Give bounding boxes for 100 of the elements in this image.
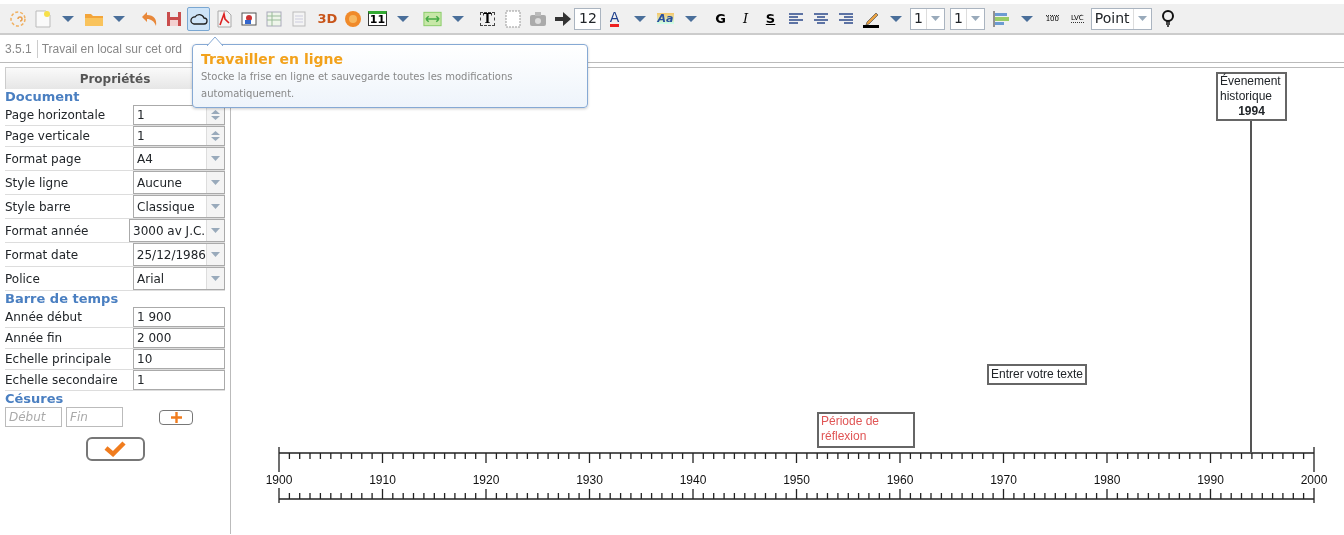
globe-icon [343, 9, 362, 28]
section-heading: Barre de temps [5, 291, 120, 307]
year-label: 1920 [472, 473, 500, 487]
dropdown-field[interactable]: Aucune [133, 171, 225, 194]
year-label: 1940 [679, 473, 707, 487]
spin-field[interactable]: 1 [133, 105, 225, 125]
spin-down-icon [211, 116, 220, 120]
property-label: Année fin [5, 330, 64, 347]
spreadsheet-icon [265, 10, 282, 27]
caret-icon [211, 204, 220, 209]
property-label: Police [5, 270, 41, 288]
bar-chart-icon [992, 9, 1011, 28]
dropdown-field[interactable]: 25/12/1986 [132, 243, 225, 266]
caret-icon [890, 15, 902, 22]
text-box-button[interactable]: T [476, 6, 499, 31]
period-label[interactable]: Période de réflexion [817, 412, 915, 448]
pdf-icon [215, 9, 232, 28]
text-note[interactable]: Entrer votre texte [987, 364, 1088, 385]
bold-button[interactable]: G [709, 6, 732, 31]
align-center-icon [812, 11, 829, 26]
property-label: Format année [5, 222, 90, 240]
input-field[interactable]: 1 900 [133, 307, 225, 327]
input-field[interactable]: 2 000 [133, 328, 225, 348]
section-heading: Césures [5, 391, 65, 407]
tooltip-title: Travailler en ligne [201, 50, 345, 68]
caret-icon [211, 180, 220, 185]
resize-icon [422, 9, 443, 28]
font-color-button[interactable]: A [603, 6, 626, 31]
property-label: Année début [5, 309, 83, 326]
caret-icon [930, 16, 940, 21]
document-icon [291, 10, 306, 27]
frame-icon [504, 9, 521, 28]
font-size-field[interactable]: 12 [574, 7, 601, 30]
caret-icon [685, 15, 697, 22]
end-field[interactable]: Fin [66, 407, 123, 427]
property-label: Style ligne [5, 174, 70, 192]
property-label: Format date [5, 246, 80, 264]
year-label: 1960 [886, 473, 914, 487]
property-label: Echelle secondaire [5, 372, 119, 389]
spin-field[interactable]: 1 [133, 126, 225, 146]
input-field[interactable]: 1 [133, 370, 225, 390]
status-message: Travail en local sur cet ord [40, 40, 182, 58]
text-style-button[interactable]: Aa [654, 6, 677, 31]
dropdown-field[interactable]: 3000 av J.C. [129, 219, 225, 242]
event-title: Évenement historique [1220, 74, 1282, 104]
year-label: 1900 [265, 473, 293, 487]
caret-icon [211, 156, 220, 161]
lightbulb-icon [1161, 9, 1176, 28]
combo-box[interactable]: Point [1090, 7, 1152, 30]
arrow-icon [553, 10, 572, 27]
align-right-icon [837, 11, 854, 26]
year-label: 1950 [783, 473, 810, 487]
property-label: Page verticale [5, 128, 91, 145]
year-label: 2000 [1300, 473, 1328, 487]
spin-down-icon [211, 137, 220, 141]
caret-icon [634, 15, 646, 22]
caret-icon [1137, 16, 1147, 21]
plus-icon [170, 411, 182, 423]
caret-icon [397, 15, 409, 22]
cloud-button[interactable] [187, 6, 210, 31]
dropdown-field[interactable]: Classique [133, 195, 225, 218]
three-d-button[interactable]: 3D [316, 6, 339, 31]
confirm-button[interactable] [85, 437, 145, 461]
new-document-icon [34, 9, 51, 28]
caret-icon [113, 15, 125, 22]
caret-icon [452, 15, 464, 22]
event-card[interactable]: Évenement historique 1994 [1216, 72, 1287, 121]
property-label: Style barre [5, 198, 72, 216]
year-label: 1910 [369, 473, 396, 487]
caret-icon [211, 252, 220, 257]
property-label: Format page [5, 150, 83, 168]
year-label: 1980 [1093, 473, 1121, 487]
caret-icon [62, 15, 74, 22]
year-label: 1990 [1197, 473, 1224, 487]
checkmark-icon [104, 441, 126, 457]
image-export-icon [240, 11, 257, 26]
align-left-icon [787, 11, 804, 26]
dropdown-field[interactable]: Arial [133, 267, 225, 290]
input-field[interactable]: 10 [133, 349, 225, 369]
caret-icon [211, 276, 220, 281]
property-label: Echelle principale [5, 351, 113, 368]
spin-up-icon [211, 131, 220, 135]
caret-icon [1020, 15, 1033, 22]
year-label: 1930 [576, 473, 603, 487]
add-button[interactable] [159, 409, 193, 425]
start-field[interactable]: Début [5, 407, 62, 427]
spin-up-icon [211, 110, 220, 114]
version-label: 3.5.1 [0, 39, 38, 58]
combo-box[interactable]: 1 [949, 7, 985, 30]
spiral-icon [8, 9, 27, 28]
strikethrough-button[interactable]: S [759, 6, 782, 31]
camera-icon [528, 10, 547, 27]
combo-box[interactable]: 1 [910, 7, 945, 30]
dropdown-field[interactable]: A4 [133, 147, 225, 170]
caret-icon [970, 16, 980, 21]
cloud-icon [189, 11, 208, 26]
property-label: Page horizontale [5, 107, 107, 124]
caret-icon [211, 228, 220, 233]
italic-button[interactable]: I [734, 6, 757, 31]
year-label: 1970 [990, 473, 1017, 487]
